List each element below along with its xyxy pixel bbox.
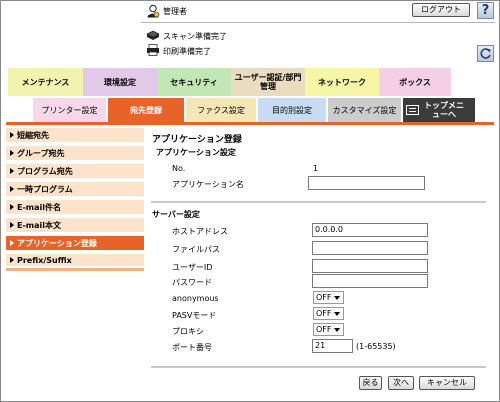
proxy-select[interactable]: OFF <box>313 323 344 336</box>
host-address-input[interactable]: 0.0.0.0 <box>312 223 428 237</box>
proxy-select-value: OFF <box>316 325 332 334</box>
arrow-right-icon <box>10 168 14 174</box>
page-title: アプリケーション登録 <box>152 135 242 145</box>
no-label: No. <box>172 164 186 173</box>
app-name-input[interactable] <box>308 176 425 190</box>
file-path-input[interactable] <box>312 241 428 255</box>
subtab-underline <box>6 122 494 125</box>
app-settings-heading: アプリケーション設定 <box>156 148 236 157</box>
file-path-label: ファイルパス <box>172 245 220 254</box>
subtab-customize-settings[interactable]: カスタマイズ設定 <box>328 98 401 122</box>
subtab-printer-settings[interactable]: プリンター設定 <box>33 98 106 122</box>
sidebar-item-label: E-mail件名 <box>17 202 62 212</box>
no-value: 1 <box>313 164 319 173</box>
chevron-down-icon <box>334 312 340 316</box>
sidebar-bottom-bar <box>6 268 144 271</box>
password-input[interactable] <box>312 274 428 288</box>
refresh-button[interactable] <box>477 45 494 62</box>
anonymous-select[interactable]: OFF <box>313 291 344 304</box>
sidebar-item-prefix-suffix[interactable]: Prefix/Suffix <box>6 254 144 268</box>
sidebar-item-label: グループ宛先 <box>17 148 65 158</box>
logout-button[interactable]: ログアウト <box>412 3 470 17</box>
arrow-right-icon <box>10 132 14 138</box>
sidebar-item-email-body[interactable]: E-mail本文 <box>6 218 144 234</box>
sidebar-item-label: 一時プログラム <box>17 184 73 194</box>
sidebar-item-label: プログラム宛先 <box>17 166 73 176</box>
port-number-input[interactable]: 21 <box>312 339 353 353</box>
subtab-top-menu[interactable]: トップメニューへ <box>403 98 475 122</box>
pasv-mode-select-value: OFF <box>316 309 332 318</box>
user-id-label: ユーザーID <box>172 263 213 272</box>
top-menu-label: トップメニューへ <box>424 101 464 119</box>
host-address-label: ホストアドレス <box>172 227 228 236</box>
sidebar-item-program[interactable]: プログラム宛先 <box>6 164 144 180</box>
print-status-text: 印刷準備完了 <box>163 46 211 56</box>
subtab-purpose-settings[interactable]: 目的別設定 <box>258 98 326 122</box>
sidebar-item-label: 短縮宛先 <box>17 130 49 140</box>
proxy-label: プロキシ <box>172 327 204 336</box>
printer-icon <box>146 44 160 58</box>
app-frame: 管理者 ログアウト ? スキャン準備完了 印刷準備完了 メンテナンス 環境設定 … <box>0 0 500 402</box>
scan-status-text: スキャン準備完了 <box>163 31 227 41</box>
top-menu-icon <box>406 105 419 115</box>
sidebar-item-label: Prefix/Suffix <box>17 255 72 265</box>
scan-status: スキャン準備完了 <box>146 30 227 42</box>
tab-network[interactable]: ネットワーク <box>305 68 379 96</box>
anonymous-select-value: OFF <box>316 293 332 302</box>
header-divider <box>141 22 495 23</box>
section-divider <box>151 201 486 203</box>
subtab-fax-settings[interactable]: ファクス設定 <box>186 98 256 122</box>
pasv-mode-label: PASVモード <box>172 311 217 320</box>
app-name-label: アプリケーション名 <box>172 180 244 189</box>
sidebar-item-label: アプリケーション登録 <box>17 238 97 248</box>
subtab-address-registration[interactable]: 宛先登録 <box>108 98 184 122</box>
next-button[interactable]: 次へ <box>388 376 414 390</box>
print-status: 印刷準備完了 <box>146 44 211 58</box>
cancel-button[interactable]: キャンセル <box>419 376 475 390</box>
refresh-icon <box>478 48 493 63</box>
user-role-label: 管理者 <box>163 7 187 16</box>
sidebar-item-group[interactable]: グループ宛先 <box>6 146 144 162</box>
sidebar-item-email-subject[interactable]: E-mail件名 <box>6 200 144 216</box>
anonymous-label: anonymous <box>172 294 219 303</box>
server-settings-heading: サーバー設定 <box>152 210 200 219</box>
back-button[interactable]: 戻る <box>359 376 382 390</box>
port-range-hint: (1-65535) <box>356 342 396 351</box>
user-id-input[interactable] <box>312 259 428 273</box>
sidebar-item-app-registration[interactable]: アプリケーション登録 <box>6 236 144 252</box>
scanner-icon <box>146 30 160 43</box>
tab-security[interactable]: セキュリティ <box>157 68 231 96</box>
admin-user-icon <box>146 4 160 18</box>
password-label: パスワード <box>172 278 212 287</box>
arrow-right-icon <box>10 240 14 246</box>
arrow-right-icon <box>10 257 14 263</box>
arrow-right-icon <box>10 150 14 156</box>
arrow-right-icon <box>10 186 14 192</box>
pasv-mode-select[interactable]: OFF <box>313 307 344 320</box>
arrow-right-icon <box>10 204 14 210</box>
chevron-down-icon <box>334 296 340 300</box>
footer-divider <box>151 366 486 368</box>
tab-user-auth[interactable]: ユーザー認証/部門管理 <box>231 68 305 96</box>
tab-environment[interactable]: 環境設定 <box>83 68 157 96</box>
sidebar-item-label: E-mail本文 <box>17 220 62 230</box>
help-button[interactable]: ? <box>477 2 494 19</box>
tab-box[interactable]: ボックス <box>379 68 451 96</box>
port-number-label: ポート番号 <box>172 343 212 352</box>
arrow-right-icon <box>10 222 14 228</box>
tab-maintenance[interactable]: メンテナンス <box>8 68 83 96</box>
sidebar-item-speed-dial[interactable]: 短縮宛先 <box>6 128 144 144</box>
sidebar-item-temp-program[interactable]: 一時プログラム <box>6 182 144 198</box>
chevron-down-icon <box>334 328 340 332</box>
